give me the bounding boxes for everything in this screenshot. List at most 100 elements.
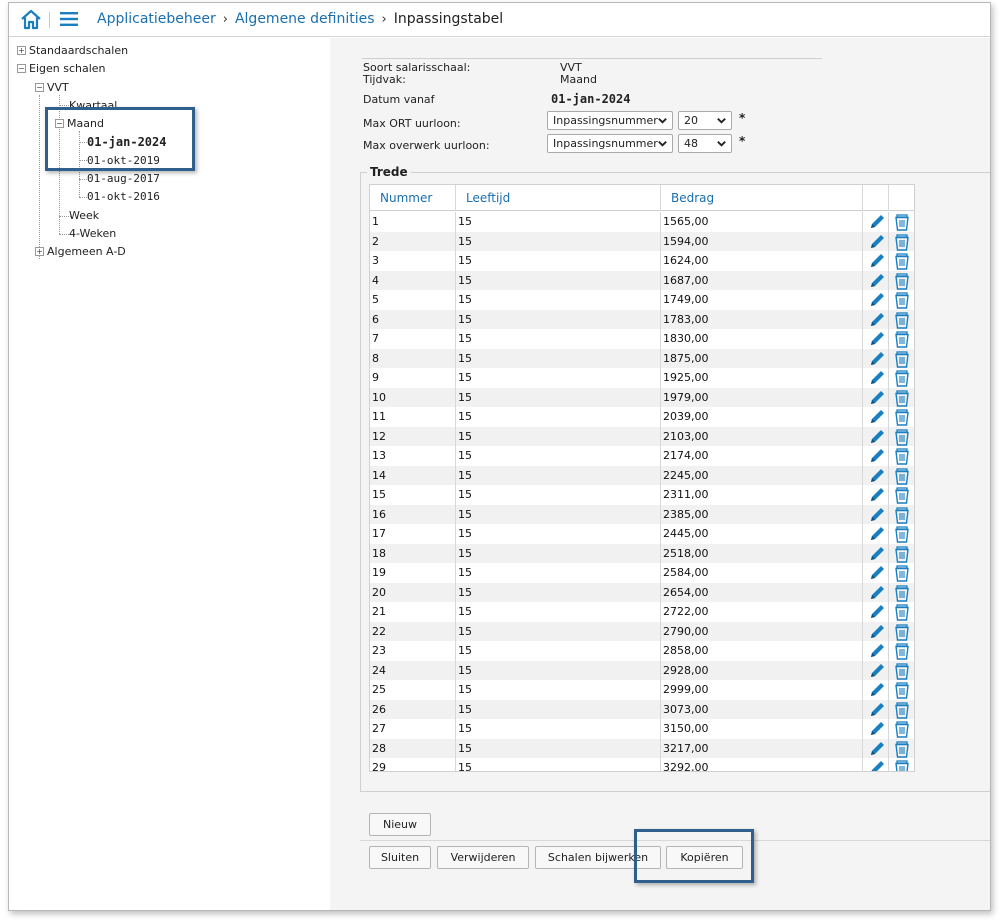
- pencil-edit-icon[interactable]: [867, 564, 887, 582]
- home-icon[interactable]: [19, 8, 43, 32]
- pencil-edit-icon[interactable]: [867, 311, 887, 329]
- trash-delete-icon[interactable]: [892, 447, 912, 465]
- max-ort-type-select[interactable]: Inpassingsnummer: [547, 111, 673, 130]
- table-row[interactable]: 12 15 2103,00: [370, 426, 914, 446]
- pencil-edit-icon[interactable]: [867, 486, 887, 504]
- table-row[interactable]: 17 15 2445,00: [370, 524, 914, 544]
- column-header-leeftijd[interactable]: Leeftijd: [456, 185, 661, 211]
- max-overwerk-type-select[interactable]: Inpassingsnummer: [547, 134, 673, 153]
- table-row[interactable]: 18 15 2518,00: [370, 543, 914, 563]
- trash-delete-icon[interactable]: [892, 408, 912, 426]
- trash-delete-icon[interactable]: [892, 428, 912, 446]
- max-ort-number-select[interactable]: 20: [678, 111, 732, 130]
- trash-delete-icon[interactable]: [892, 623, 912, 641]
- table-row[interactable]: 22 15 2790,00: [370, 621, 914, 641]
- trash-delete-icon[interactable]: [892, 662, 912, 680]
- trash-delete-icon[interactable]: [892, 252, 912, 270]
- trash-delete-icon[interactable]: [892, 389, 912, 407]
- trash-delete-icon[interactable]: [892, 330, 912, 348]
- max-overwerk-number-select[interactable]: 48: [678, 134, 732, 153]
- table-row[interactable]: 20 15 2654,00: [370, 582, 914, 602]
- table-row[interactable]: 15 15 2311,00: [370, 485, 914, 505]
- nieuw-button[interactable]: Nieuw: [369, 813, 431, 836]
- tree-item-4-weken[interactable]: 4-Weken: [69, 227, 116, 240]
- tree-item-date[interactable]: 01-aug-2017: [87, 172, 160, 185]
- pencil-edit-icon[interactable]: [867, 759, 887, 771]
- pencil-edit-icon[interactable]: [867, 681, 887, 699]
- tree-item-vvt[interactable]: − VVT: [35, 81, 69, 94]
- pencil-edit-icon[interactable]: [867, 369, 887, 387]
- pencil-edit-icon[interactable]: [867, 389, 887, 407]
- table-row[interactable]: 7 15 1830,00: [370, 329, 914, 349]
- pencil-edit-icon[interactable]: [867, 525, 887, 543]
- table-row[interactable]: 25 15 2999,00: [370, 680, 914, 700]
- trash-delete-icon[interactable]: [892, 584, 912, 602]
- tree-item-date[interactable]: 01-okt-2016: [87, 190, 160, 203]
- pencil-edit-icon[interactable]: [867, 233, 887, 251]
- trash-delete-icon[interactable]: [892, 369, 912, 387]
- trash-delete-icon[interactable]: [892, 603, 912, 621]
- trash-delete-icon[interactable]: [892, 350, 912, 368]
- tree-item-week[interactable]: Week: [69, 209, 99, 222]
- trash-delete-icon[interactable]: [892, 720, 912, 738]
- trash-delete-icon[interactable]: [892, 291, 912, 309]
- table-row[interactable]: 16 15 2385,00: [370, 504, 914, 524]
- tree-item-eigen-schalen[interactable]: − Eigen schalen: [17, 62, 106, 75]
- trash-delete-icon[interactable]: [892, 642, 912, 660]
- breadcrumb-applicatiebeheer[interactable]: Applicatiebeheer: [97, 11, 216, 27]
- verwijderen-button[interactable]: Verwijderen: [437, 846, 529, 869]
- pencil-edit-icon[interactable]: [867, 740, 887, 758]
- sluiten-button[interactable]: Sluiten: [369, 846, 431, 869]
- pencil-edit-icon[interactable]: [867, 642, 887, 660]
- trash-delete-icon[interactable]: [892, 272, 912, 290]
- trash-delete-icon[interactable]: [892, 467, 912, 485]
- tree-item-standaardschalen[interactable]: + Standaardschalen: [17, 44, 128, 57]
- pencil-edit-icon[interactable]: [867, 291, 887, 309]
- table-row[interactable]: 8 15 1875,00: [370, 348, 914, 368]
- trash-delete-icon[interactable]: [892, 525, 912, 543]
- table-row[interactable]: 2 15 1594,00: [370, 231, 914, 251]
- tree-item-algemeen-a-d[interactable]: + Algemeen A-D: [35, 245, 126, 258]
- pencil-edit-icon[interactable]: [867, 603, 887, 621]
- table-row[interactable]: 27 15 3150,00: [370, 719, 914, 739]
- pencil-edit-icon[interactable]: [867, 662, 887, 680]
- pencil-edit-icon[interactable]: [867, 467, 887, 485]
- pencil-edit-icon[interactable]: [867, 330, 887, 348]
- column-header-nummer[interactable]: Nummer: [370, 185, 456, 211]
- table-row[interactable]: 23 15 2858,00: [370, 641, 914, 661]
- hamburger-menu-icon[interactable]: [60, 12, 78, 26]
- table-row[interactable]: 9 15 1925,00: [370, 368, 914, 388]
- pencil-edit-icon[interactable]: [867, 252, 887, 270]
- pencil-edit-icon[interactable]: [867, 428, 887, 446]
- table-row[interactable]: 21 15 2722,00: [370, 602, 914, 622]
- trash-delete-icon[interactable]: [892, 759, 912, 771]
- trash-delete-icon[interactable]: [892, 311, 912, 329]
- trash-delete-icon[interactable]: [892, 486, 912, 504]
- table-row[interactable]: 28 15 3217,00: [370, 738, 914, 758]
- table-row[interactable]: 19 15 2584,00: [370, 563, 914, 583]
- trash-delete-icon[interactable]: [892, 564, 912, 582]
- pencil-edit-icon[interactable]: [867, 272, 887, 290]
- pencil-edit-icon[interactable]: [867, 447, 887, 465]
- table-row[interactable]: 6 15 1783,00: [370, 309, 914, 329]
- table-row[interactable]: 13 15 2174,00: [370, 446, 914, 466]
- pencil-edit-icon[interactable]: [867, 408, 887, 426]
- column-header-bedrag[interactable]: Bedrag: [661, 185, 863, 211]
- pencil-edit-icon[interactable]: [867, 350, 887, 368]
- trash-delete-icon[interactable]: [892, 233, 912, 251]
- table-row[interactable]: 5 15 1749,00: [370, 290, 914, 310]
- trash-delete-icon[interactable]: [892, 740, 912, 758]
- pencil-edit-icon[interactable]: [867, 584, 887, 602]
- table-row[interactable]: 29 15 3292,00: [370, 758, 914, 771]
- trash-delete-icon[interactable]: [892, 545, 912, 563]
- collapse-icon[interactable]: −: [35, 83, 44, 92]
- table-row[interactable]: 10 15 1979,00: [370, 387, 914, 407]
- pencil-edit-icon[interactable]: [867, 506, 887, 524]
- table-row[interactable]: 24 15 2928,00: [370, 660, 914, 680]
- pencil-edit-icon[interactable]: [867, 701, 887, 719]
- pencil-edit-icon[interactable]: [867, 623, 887, 641]
- pencil-edit-icon[interactable]: [867, 720, 887, 738]
- collapse-icon[interactable]: −: [17, 64, 26, 73]
- table-row[interactable]: 11 15 2039,00: [370, 407, 914, 427]
- expand-icon[interactable]: +: [35, 247, 44, 256]
